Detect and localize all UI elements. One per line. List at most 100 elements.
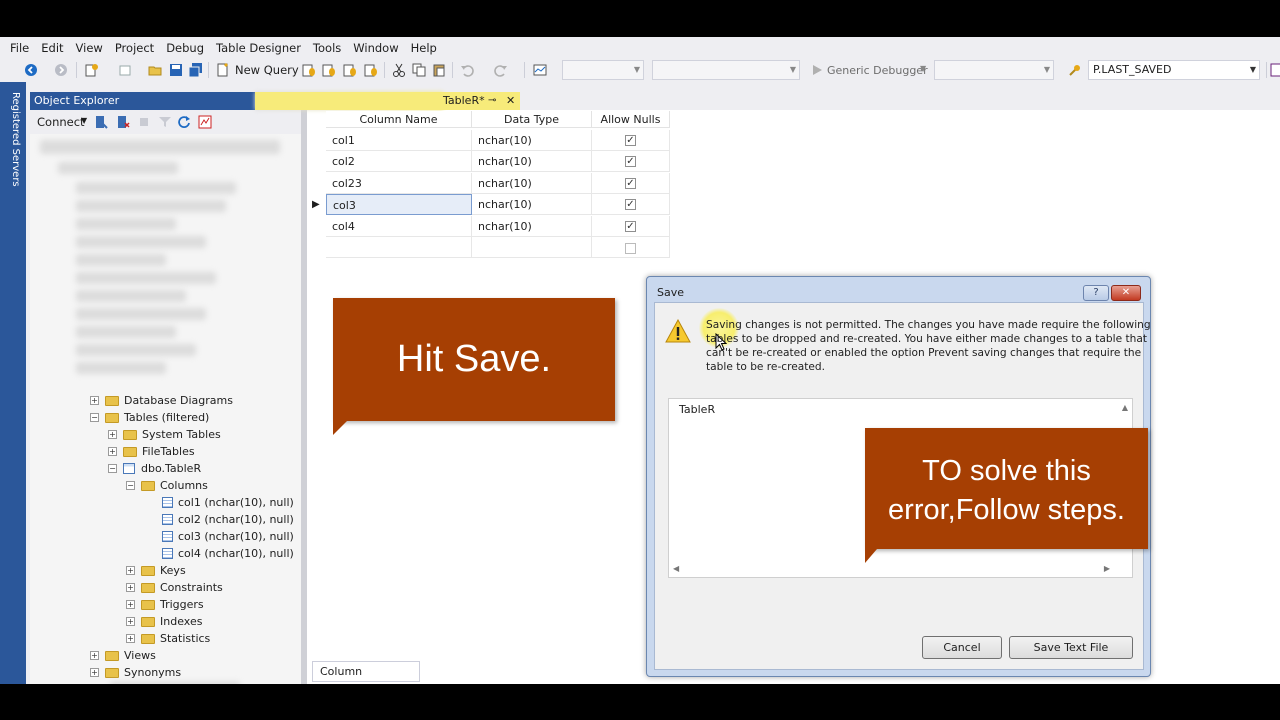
collapse-icon[interactable]: − [108,464,117,473]
tree-node-constraints[interactable]: + Constraints [126,579,223,596]
tree-node-synonyms[interactable]: + Synonyms [90,664,181,681]
tree-node-col2[interactable]: col2 (nchar(10), null) [162,511,294,528]
expand-icon[interactable]: + [90,396,99,405]
disconnect-icon[interactable] [116,115,130,129]
cut-icon[interactable] [392,63,406,77]
new-project-icon[interactable] [84,63,98,77]
save-icon[interactable] [169,63,183,77]
allow-nulls-checkbox[interactable]: ✓ [625,156,636,167]
list-item-tabler[interactable]: TableR [679,403,715,416]
activity-icon[interactable] [198,115,212,129]
query-db-icon-2[interactable] [322,63,336,77]
cell-data-type[interactable]: nchar(10) [472,130,592,151]
tree-node-statistics[interactable]: + Statistics [126,630,210,647]
menu-help[interactable]: Help [405,41,443,55]
tree-node-keys[interactable]: + Keys [126,562,186,579]
cell-data-type[interactable]: nchar(10) [472,151,592,172]
expand-icon[interactable]: + [126,583,135,592]
allow-nulls-checkbox[interactable]: ✓ [625,199,636,210]
cell-column-name[interactable]: col2 [326,151,472,172]
menu-window[interactable]: Window [347,41,404,55]
paste-icon[interactable] [432,63,446,77]
grid-header-data-type[interactable]: Data Type [472,111,592,128]
menu-tools[interactable]: Tools [307,41,347,55]
tree-node-system-tables[interactable]: + System Tables [108,426,221,443]
query-db-icon-4[interactable] [364,63,378,77]
expand-icon[interactable]: + [126,634,135,643]
cell-column-name[interactable]: col1 [326,130,472,151]
tree-node-col1[interactable]: col1 (nchar(10), null) [162,494,294,511]
menu-file[interactable]: File [4,41,35,55]
open-folder-icon[interactable] [148,63,162,77]
connect-server-icon[interactable] [94,115,108,129]
add-item-icon[interactable] [118,63,132,77]
query-db-icon-3[interactable] [343,63,357,77]
query-db-icon-1[interactable] [302,63,316,77]
registered-servers-tab[interactable]: Registered Servers [5,92,21,187]
close-tab-icon[interactable]: ✕ [506,92,515,110]
cell-data-type-empty[interactable] [472,237,592,258]
expand-icon[interactable]: + [108,447,117,456]
find-combo[interactable]: P.LAST_SAVED ▼ [1088,60,1260,80]
back-icon[interactable] [24,63,38,77]
solution-explorer-icon[interactable] [1270,63,1280,77]
save-text-file-button[interactable]: Save Text File [1009,636,1133,659]
copy-icon[interactable] [412,63,426,77]
tree-node-indexes[interactable]: + Indexes [126,613,202,630]
cell-data-type[interactable]: nchar(10) [472,173,592,194]
tree-node-triggers[interactable]: + Triggers [126,596,204,613]
cell-data-type[interactable]: nchar(10) [472,194,592,215]
tree-node-col4[interactable]: col4 (nchar(10), null) [162,545,294,562]
redo-icon[interactable] [494,63,508,77]
menu-table-designer[interactable]: Table Designer [210,41,307,55]
connect-dropdown-icon[interactable]: ▼ [81,116,87,125]
stop-icon[interactable] [137,115,151,129]
activity-monitor-icon[interactable] [533,63,547,77]
start-debug-icon[interactable] [810,63,824,77]
database-combo[interactable]: ▼ [934,60,1054,80]
tree-node-database-diagrams[interactable]: + Database Diagrams [90,392,233,409]
new-query-icon[interactable] [216,63,230,77]
refresh-icon[interactable] [177,115,191,129]
forward-icon[interactable] [54,63,68,77]
cell-column-name-empty[interactable] [326,237,472,258]
tab-tabler-design[interactable]: TableR* ⊸ ✕ [255,92,520,110]
tree-node-filetables[interactable]: + FileTables [108,443,195,460]
menu-project[interactable]: Project [109,41,160,55]
tab-column-properties[interactable]: Column Properties [312,661,420,682]
tree-node-col3[interactable]: col3 (nchar(10), null) [162,528,294,545]
cell-data-type[interactable]: nchar(10) [472,216,592,237]
expand-icon[interactable]: + [90,668,99,677]
find-icon[interactable] [1068,63,1082,77]
scroll-up-icon[interactable]: ▲ [1122,403,1128,412]
expand-icon[interactable]: + [126,566,135,575]
cancel-button[interactable]: Cancel [922,636,1002,659]
cell-column-name[interactable]: col4 [326,216,472,237]
expand-icon[interactable]: + [126,600,135,609]
scroll-left-icon[interactable]: ◀ [673,564,679,573]
menu-edit[interactable]: Edit [35,41,69,55]
cell-column-name[interactable]: col23 [326,173,472,194]
allow-nulls-checkbox-empty[interactable] [625,243,636,254]
dialog-close-button[interactable]: ✕ [1111,285,1141,301]
dialog-help-button[interactable]: ? [1083,285,1109,301]
menu-debug[interactable]: Debug [160,41,210,55]
allow-nulls-checkbox[interactable]: ✓ [625,178,636,189]
save-all-icon[interactable] [189,63,203,77]
tree-node-views[interactable]: + Views [90,647,156,664]
grid-header-column-name[interactable]: Column Name [326,111,472,128]
solution-platform-combo[interactable]: ▼ [652,60,800,80]
allow-nulls-checkbox[interactable]: ✓ [625,135,636,146]
cell-column-name-selected[interactable]: col3 [326,194,472,215]
undo-icon[interactable] [460,63,474,77]
new-query-button[interactable]: New Query [235,63,299,77]
debugger-dropdown-icon[interactable]: ▼ [920,64,926,73]
filter-icon[interactable] [158,115,172,129]
menu-view[interactable]: View [70,41,109,55]
tree-node-dbo-tabler[interactable]: − dbo.TableR [108,460,201,477]
connect-button[interactable]: Connect [37,115,85,129]
pin-icon[interactable]: ⊸ [488,92,496,110]
expand-icon[interactable]: + [108,430,117,439]
expand-icon[interactable]: + [126,617,135,626]
expand-icon[interactable]: + [90,651,99,660]
